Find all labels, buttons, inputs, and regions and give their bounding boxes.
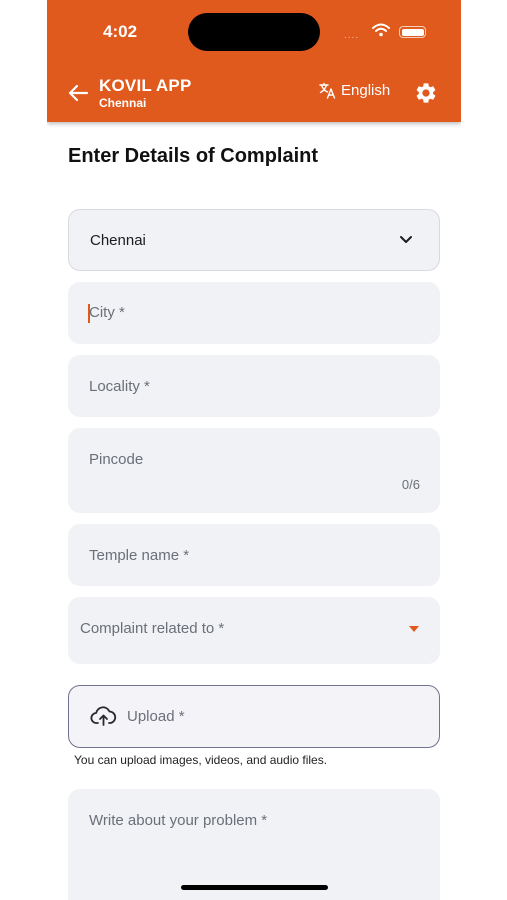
language-label: English xyxy=(341,82,391,99)
temple-name-input[interactable]: Temple name * xyxy=(68,524,440,586)
cloud-upload-icon xyxy=(90,706,117,726)
upload-button[interactable]: Upload * xyxy=(68,685,440,748)
upload-label: Upload * xyxy=(127,708,185,725)
app-screen: 4:02 .... KOVIL APP Chennai English Ente… xyxy=(47,0,461,900)
chevron-down-icon xyxy=(400,236,412,243)
home-indicator[interactable] xyxy=(181,885,328,890)
temple-placeholder: Temple name * xyxy=(89,547,190,564)
complaint-placeholder: Complaint related to * xyxy=(80,620,225,637)
pincode-placeholder: Pincode xyxy=(89,451,144,468)
complaint-type-dropdown[interactable]: Complaint related to * xyxy=(68,597,440,664)
translate-icon xyxy=(319,82,336,99)
page-title: Enter Details of Complaint xyxy=(68,145,319,167)
city-placeholder: City * xyxy=(89,304,125,321)
app-header: 4:02 .... KOVIL APP Chennai English xyxy=(47,0,461,122)
city-input[interactable]: City * xyxy=(68,282,440,344)
dropdown-arrow-icon xyxy=(409,626,419,632)
signal-icon: .... xyxy=(344,30,360,41)
dynamic-island xyxy=(188,13,320,51)
locality-placeholder: Locality * xyxy=(89,378,150,395)
app-subtitle: Chennai xyxy=(99,96,147,110)
status-time: 4:02 xyxy=(103,22,138,41)
problem-placeholder: Write about your problem * xyxy=(89,812,268,829)
pincode-counter: 0/6 xyxy=(401,477,420,492)
battery-icon xyxy=(399,26,426,38)
district-value: Chennai xyxy=(90,232,146,249)
district-dropdown[interactable]: Chennai xyxy=(68,209,440,271)
gear-icon[interactable] xyxy=(414,81,438,105)
language-selector[interactable]: English xyxy=(319,82,390,99)
upload-hint: You can upload images, videos, and audio… xyxy=(74,753,328,767)
wifi-icon xyxy=(372,23,390,37)
locality-input[interactable]: Locality * xyxy=(68,355,440,417)
pincode-input[interactable]: Pincode 0/6 xyxy=(68,428,440,513)
app-title: KOVIL APP xyxy=(99,76,192,95)
problem-description-textarea[interactable]: Write about your problem * xyxy=(68,789,440,900)
arrow-left-icon[interactable] xyxy=(67,82,89,104)
